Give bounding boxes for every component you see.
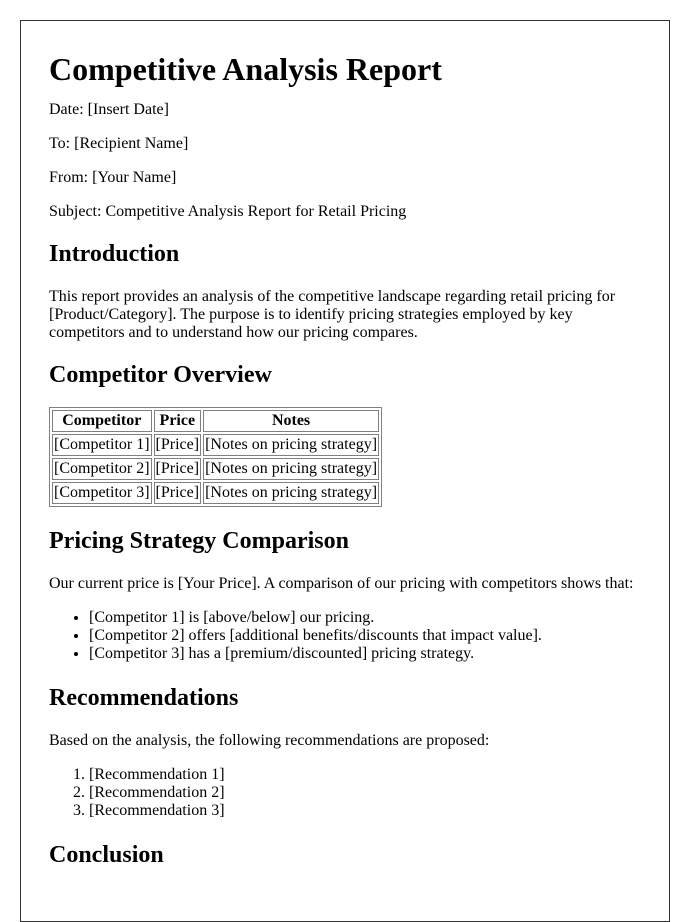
list-item: [Competitor 2] offers [additional benefi… xyxy=(89,627,649,645)
meta-to-value: [Recipient Name] xyxy=(74,135,189,152)
list-item: [Recommendation 1] xyxy=(89,766,649,784)
list-item: [Competitor 3] has a [premium/discounted… xyxy=(89,645,649,663)
header-price: Price xyxy=(153,410,202,432)
list-item: [Competitor 1] is [above/below] our pric… xyxy=(89,609,649,627)
pricing-comparison-list: [Competitor 1] is [above/below] our pric… xyxy=(49,609,649,663)
competitor-overview-section: Competitor Overview Competitor Price Not… xyxy=(49,361,649,507)
meta-from-label: From: xyxy=(49,169,89,186)
recommendations-list: [Recommendation 1] [Recommendation 2] [R… xyxy=(49,766,649,820)
pricing-comparison-section: Pricing Strategy Comparison Our current … xyxy=(49,527,649,663)
meta-subject-label: Subject: xyxy=(49,203,102,220)
competitor-table: Competitor Price Notes [Competitor 1] [P… xyxy=(49,407,383,507)
recommendations-section: Recommendations Based on the analysis, t… xyxy=(49,684,649,820)
table-header-row: Competitor Price Notes xyxy=(52,410,380,432)
report-meta: Date: [Insert Date] To: [Recipient Name]… xyxy=(49,101,649,221)
header-competitor: Competitor xyxy=(52,410,152,432)
conclusion-section: Conclusion xyxy=(49,841,649,869)
table-row: [Competitor 2] [Price] [Notes on pricing… xyxy=(52,458,380,480)
recommendations-body: Based on the analysis, the following rec… xyxy=(49,732,490,749)
meta-to-label: To: xyxy=(49,135,71,152)
cell-notes: [Notes on pricing strategy] xyxy=(203,482,380,504)
meta-from-value: [Your Name] xyxy=(92,169,177,186)
conclusion-heading: Conclusion xyxy=(49,842,164,868)
meta-date-label: Date: xyxy=(49,101,84,118)
list-item: [Recommendation 3] xyxy=(89,802,649,820)
meta-date: Date: [Insert Date] xyxy=(49,101,649,119)
cell-notes: [Notes on pricing strategy] xyxy=(203,434,380,456)
table-row: [Competitor 1] [Price] [Notes on pricing… xyxy=(52,434,380,456)
pricing-comparison-body: Our current price is [Your Price]. A com… xyxy=(49,575,634,592)
cell-price: [Price] xyxy=(153,458,202,480)
meta-date-value: [Insert Date] xyxy=(87,101,169,118)
meta-from: From: [Your Name] xyxy=(49,169,649,187)
cell-price: [Price] xyxy=(153,482,202,504)
introduction-body: This report provides an analysis of the … xyxy=(49,288,616,341)
header-notes: Notes xyxy=(203,410,380,432)
cell-competitor: [Competitor 1] xyxy=(52,434,152,456)
list-item: [Recommendation 2] xyxy=(89,784,649,802)
meta-subject: Subject: Competitive Analysis Report for… xyxy=(49,203,649,221)
cell-competitor: [Competitor 3] xyxy=(52,482,152,504)
recommendations-heading: Recommendations xyxy=(49,685,239,711)
report-document: Competitive Analysis Report Date: [Inser… xyxy=(20,20,670,922)
introduction-section: Introduction This report provides an ana… xyxy=(49,240,649,342)
cell-notes: [Notes on pricing strategy] xyxy=(203,458,380,480)
pricing-comparison-heading: Pricing Strategy Comparison xyxy=(49,528,349,554)
cell-price: [Price] xyxy=(153,434,202,456)
meta-to: To: [Recipient Name] xyxy=(49,135,649,153)
introduction-heading: Introduction xyxy=(49,241,180,267)
cell-competitor: [Competitor 2] xyxy=(52,458,152,480)
competitor-overview-heading: Competitor Overview xyxy=(49,362,272,388)
meta-subject-value: Competitive Analysis Report for Retail P… xyxy=(105,203,407,220)
report-title: Competitive Analysis Report xyxy=(49,51,442,87)
table-row: [Competitor 3] [Price] [Notes on pricing… xyxy=(52,482,380,504)
